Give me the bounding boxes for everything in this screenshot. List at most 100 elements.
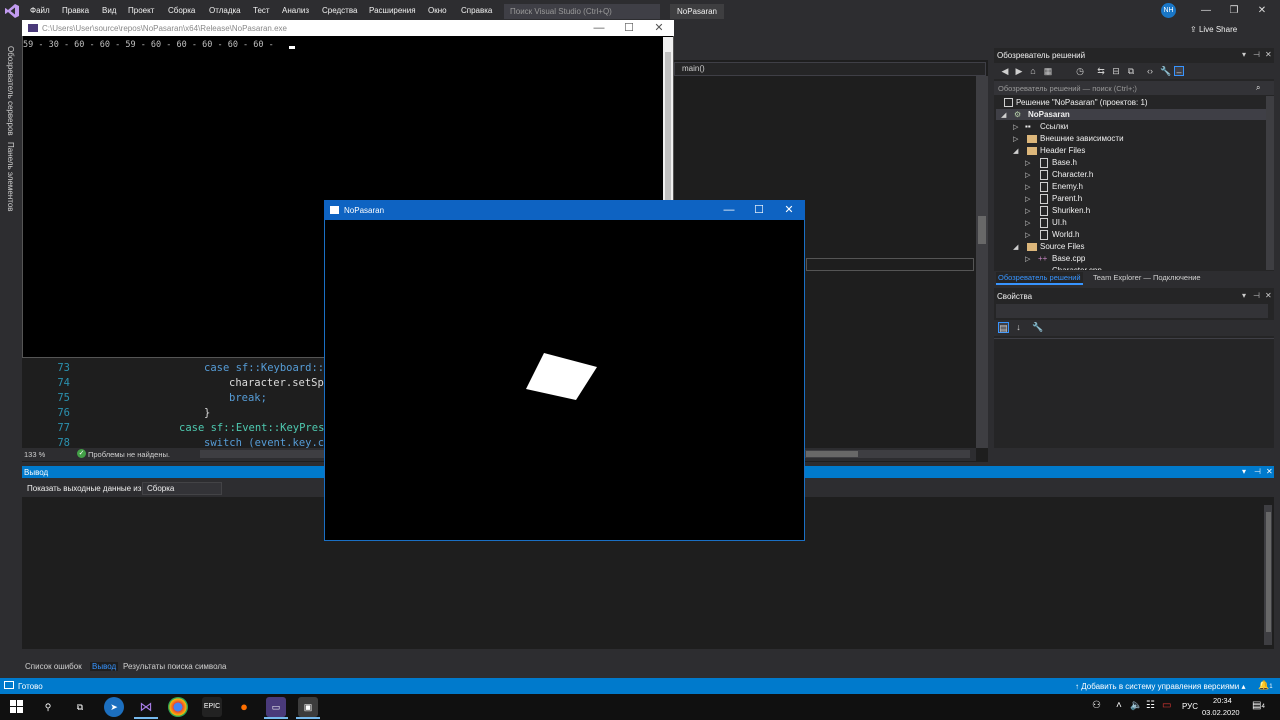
header-files-node[interactable]: Header Files [1040, 146, 1085, 155]
menu-edit[interactable]: Правка [62, 6, 89, 15]
collapsed-arrow-icon[interactable]: ▷ [1025, 231, 1030, 239]
problems-status[interactable]: Проблемы не найдены. [88, 450, 170, 459]
network-icon[interactable]: ☷ [1146, 700, 1155, 711]
sync-icon[interactable]: ⇆ [1096, 66, 1106, 76]
editor-hscroll-thumb[interactable] [806, 451, 858, 457]
menu-build[interactable]: Сборка [168, 6, 195, 15]
pending-changes-icon[interactable]: ◷ [1075, 66, 1085, 76]
zoom-level[interactable]: 133 % [24, 450, 45, 459]
pane-dropdown-icon[interactable]: ▾ [1242, 50, 1246, 59]
collapse-all-icon[interactable]: ⊟ [1111, 66, 1121, 76]
search-icon[interactable]: ⚲ [38, 697, 58, 717]
tab-error-list[interactable]: Список ошибок [25, 662, 82, 671]
menu-tools[interactable]: Средства [322, 6, 357, 15]
pane-close-icon[interactable]: ✕ [1265, 291, 1272, 300]
pane-dropdown-icon[interactable]: ▾ [1242, 467, 1246, 476]
properties-wrench-icon[interactable]: 🔧 [1160, 66, 1171, 76]
tree-file[interactable]: Parent.h [1052, 194, 1082, 203]
editor-scroll-thumb[interactable] [978, 216, 986, 244]
game-app-icon[interactable]: ▣ [298, 697, 318, 717]
forward-icon[interactable]: ▶ [1014, 66, 1024, 76]
categorized-icon[interactable]: ▤ [998, 322, 1009, 333]
vs-minimize-icon[interactable]: — [1196, 3, 1216, 19]
collapsed-arrow-icon[interactable]: ▷ [1013, 135, 1018, 143]
vs-close-icon[interactable]: ✕ [1252, 3, 1272, 19]
telegram-icon[interactable]: ➤ [104, 697, 124, 717]
back-icon[interactable]: ◀ [1000, 66, 1010, 76]
windows-start-icon[interactable] [10, 700, 23, 713]
editor-vertical-scrollbar[interactable] [976, 76, 988, 448]
pane-close-icon[interactable]: ✕ [1265, 50, 1272, 59]
collapsed-arrow-icon[interactable]: ▷ [1025, 207, 1030, 215]
code-view-icon[interactable]: ‹› [1145, 66, 1155, 76]
expand-arrow-icon[interactable]: ◢ [1013, 147, 1018, 155]
pane-dropdown-icon[interactable]: ▾ [1242, 291, 1246, 300]
menu-analyze[interactable]: Анализ [282, 6, 309, 15]
console-minimize-icon[interactable]: — [584, 20, 614, 36]
output-scroll-thumb[interactable] [1266, 512, 1271, 632]
preview-icon[interactable]: – [1174, 66, 1184, 77]
expand-arrow-icon[interactable]: ◢ [1001, 111, 1006, 119]
code-line[interactable]: character.setSp [229, 377, 324, 392]
show-all-files-icon[interactable]: ⧉ [1126, 66, 1136, 76]
project-node[interactable]: NoPasaran [1028, 110, 1070, 119]
member-dropdown[interactable] [674, 62, 986, 76]
collapsed-arrow-icon[interactable]: ▷ [1013, 123, 1018, 131]
input-language[interactable]: РУС [1182, 702, 1198, 711]
code-line[interactable]: case sf::Event::KeyPres [179, 422, 324, 437]
menu-test[interactable]: Тест [253, 6, 270, 15]
pin-icon[interactable]: ⊣ [1253, 50, 1260, 59]
tab-output[interactable]: Вывод [90, 662, 119, 671]
pane-close-icon[interactable]: ✕ [1266, 467, 1273, 476]
tree-file[interactable]: Character.cpp [1052, 266, 1102, 270]
live-share-button[interactable]: ⇪ Live Share [1190, 25, 1237, 34]
tree-file[interactable]: Base.cpp [1052, 254, 1085, 263]
references-node[interactable]: Ссылки [1040, 122, 1068, 131]
code-line[interactable]: break; [229, 392, 267, 407]
people-icon[interactable]: ⚇ [1092, 700, 1101, 711]
action-center-icon[interactable]: ▤4 [1252, 700, 1265, 711]
menu-window[interactable]: Окно [428, 6, 447, 15]
source-files-node[interactable]: Source Files [1040, 242, 1084, 251]
battery-warning-icon[interactable]: ▭ [1162, 700, 1171, 711]
tab-solution-explorer[interactable]: Обозреватель решений [996, 272, 1083, 285]
solution-scrollbar[interactable] [1266, 96, 1274, 270]
chrome-icon[interactable] [168, 697, 188, 717]
switch-views-icon[interactable]: ▦ [1043, 66, 1053, 76]
menu-view[interactable]: Вид [102, 6, 116, 15]
console-close-icon[interactable]: ✕ [644, 20, 674, 36]
collapsed-arrow-icon[interactable]: ▷ [1025, 183, 1030, 191]
collapsed-arrow-icon[interactable]: ▷ [1025, 171, 1030, 179]
console-maximize-icon[interactable]: ☐ [614, 20, 644, 36]
notifications-bell-icon[interactable]: 🔔1 [1258, 680, 1273, 691]
search-icon[interactable]: ⌕ [1256, 83, 1260, 93]
tree-file[interactable]: Character.h [1052, 170, 1093, 179]
menu-extensions[interactable]: Расширения [369, 6, 416, 15]
game-maximize-icon[interactable]: ☐ [744, 200, 774, 220]
tab-server-explorer[interactable]: Обозреватель серверов [6, 46, 15, 136]
expand-arrow-icon[interactable]: ◢ [1013, 243, 1018, 251]
properties-object-select[interactable] [996, 304, 1268, 318]
menu-project[interactable]: Проект [128, 6, 154, 15]
code-line[interactable]: case sf::Keyboard:: [204, 362, 324, 377]
game-close-icon[interactable]: ✕ [774, 200, 804, 220]
menu-file[interactable]: Файл [30, 6, 50, 15]
tree-file[interactable]: Base.h [1052, 158, 1077, 167]
tree-file[interactable]: Shuriken.h [1052, 206, 1090, 215]
output-horizontal-scrollbar[interactable] [22, 650, 1274, 658]
tab-find-symbol-results[interactable]: Результаты поиска символа [123, 662, 226, 671]
firefox-icon[interactable]: ● [234, 697, 254, 717]
clock-date[interactable]: 03.02.2020 [1202, 708, 1240, 717]
tree-file[interactable]: World.h [1052, 230, 1079, 239]
collapsed-arrow-icon[interactable]: ▷ [1025, 195, 1030, 203]
tab-toolbox[interactable]: Панель элементов [6, 142, 15, 212]
volume-icon[interactable]: 🔈 [1130, 700, 1142, 711]
game-minimize-icon[interactable]: — [714, 200, 744, 220]
menu-debug[interactable]: Отладка [209, 6, 241, 15]
user-avatar[interactable]: NH [1161, 3, 1176, 18]
collapsed-arrow-icon[interactable]: ▷ [1025, 219, 1030, 227]
alphabetical-icon[interactable]: ↓ [1013, 322, 1024, 333]
property-pages-icon[interactable]: 🔧 [1032, 322, 1043, 333]
clock-time[interactable]: 20:34 [1213, 696, 1232, 705]
task-view-icon[interactable]: ⧉ [70, 697, 90, 717]
